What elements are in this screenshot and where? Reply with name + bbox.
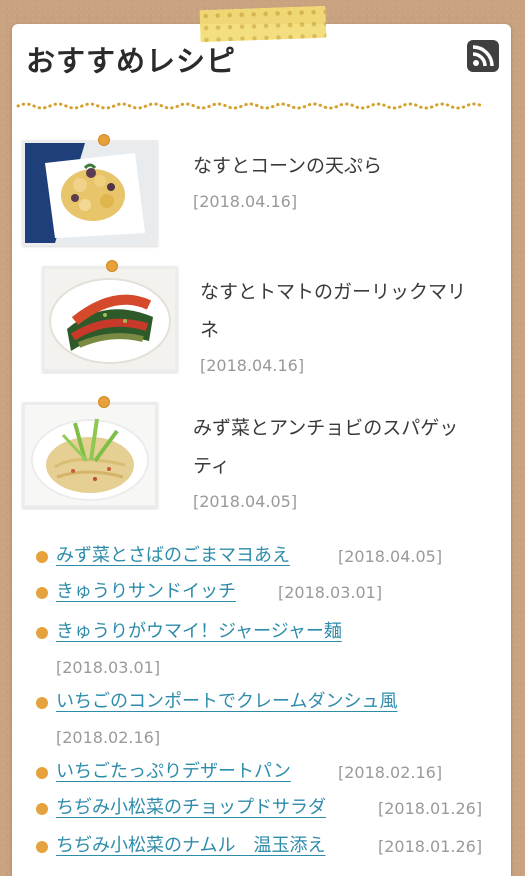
pin-icon	[98, 134, 110, 146]
recipe-date: [2018.02.16]	[338, 763, 443, 782]
rss-icon[interactable]	[467, 40, 499, 72]
featured-recipe-title-line2[interactable]: ティ	[193, 448, 230, 484]
recipe-link[interactable]: いちごのコンポートでクレームダンシュ風	[56, 690, 397, 714]
recipe-link[interactable]: みず菜とさばのごまマヨあえ	[56, 544, 290, 568]
bullet-icon	[36, 697, 48, 709]
bullet-icon	[36, 551, 48, 563]
featured-recipe-title-line1[interactable]: みず菜とアンチョビのスパゲッ	[193, 410, 458, 446]
recipe-thumbnail[interactable]	[42, 266, 178, 372]
featured-recipe-1[interactable]: なすとコーンの天ぷら [2018.04.16]	[22, 134, 482, 250]
featured-recipe-title-line2[interactable]: ネ	[200, 312, 219, 348]
recipe-link[interactable]: いちごたっぷりデザートパン	[56, 760, 291, 784]
widget-title: おすすめレシピ	[26, 44, 237, 78]
featured-recipe-title[interactable]: なすとコーンの天ぷら	[193, 148, 382, 184]
bullet-icon	[36, 841, 48, 853]
masking-tape-decoration	[199, 5, 327, 43]
recipe-date: [2018.02.16]	[56, 728, 161, 747]
bullet-icon	[36, 627, 48, 639]
featured-recipe-date: [2018.04.16]	[193, 192, 298, 211]
pin-icon	[106, 260, 118, 272]
featured-recipe-3[interactable]: みず菜とアンチョビのスパゲッ ティ [2018.04.05]	[22, 396, 482, 512]
bullet-icon	[36, 587, 48, 599]
dotted-divider	[16, 102, 484, 110]
recipe-link[interactable]: きゅうりサンドイッチ	[56, 580, 236, 604]
recipe-link[interactable]: きゅうりがウマイ！ジャージャー麺	[56, 620, 342, 644]
pin-icon	[98, 396, 110, 408]
bullet-icon	[36, 767, 48, 779]
recipe-date: [2018.01.26]	[378, 799, 483, 818]
recipe-link[interactable]: ちぢみ小松菜のチョップドサラダ	[56, 796, 326, 820]
featured-recipe-2[interactable]: なすとトマトのガーリックマリ ネ [2018.04.16]	[22, 260, 482, 376]
recipe-link[interactable]: ちぢみ小松菜のナムル 温玉添え	[56, 834, 325, 858]
recipe-date: [2018.01.26]	[378, 837, 483, 856]
featured-recipe-date: [2018.04.05]	[193, 492, 298, 511]
recipe-date: [2018.04.05]	[338, 547, 443, 566]
recipe-thumbnail[interactable]	[22, 140, 158, 246]
bullet-icon	[36, 803, 48, 815]
recipe-date: [2018.03.01]	[56, 658, 161, 677]
recipe-thumbnail[interactable]	[22, 402, 158, 508]
recipe-date: [2018.03.01]	[278, 583, 383, 602]
featured-recipe-date: [2018.04.16]	[200, 356, 305, 375]
featured-recipe-title-line1[interactable]: なすとトマトのガーリックマリ	[200, 274, 466, 310]
widget-header: おすすめレシピ	[26, 38, 499, 88]
